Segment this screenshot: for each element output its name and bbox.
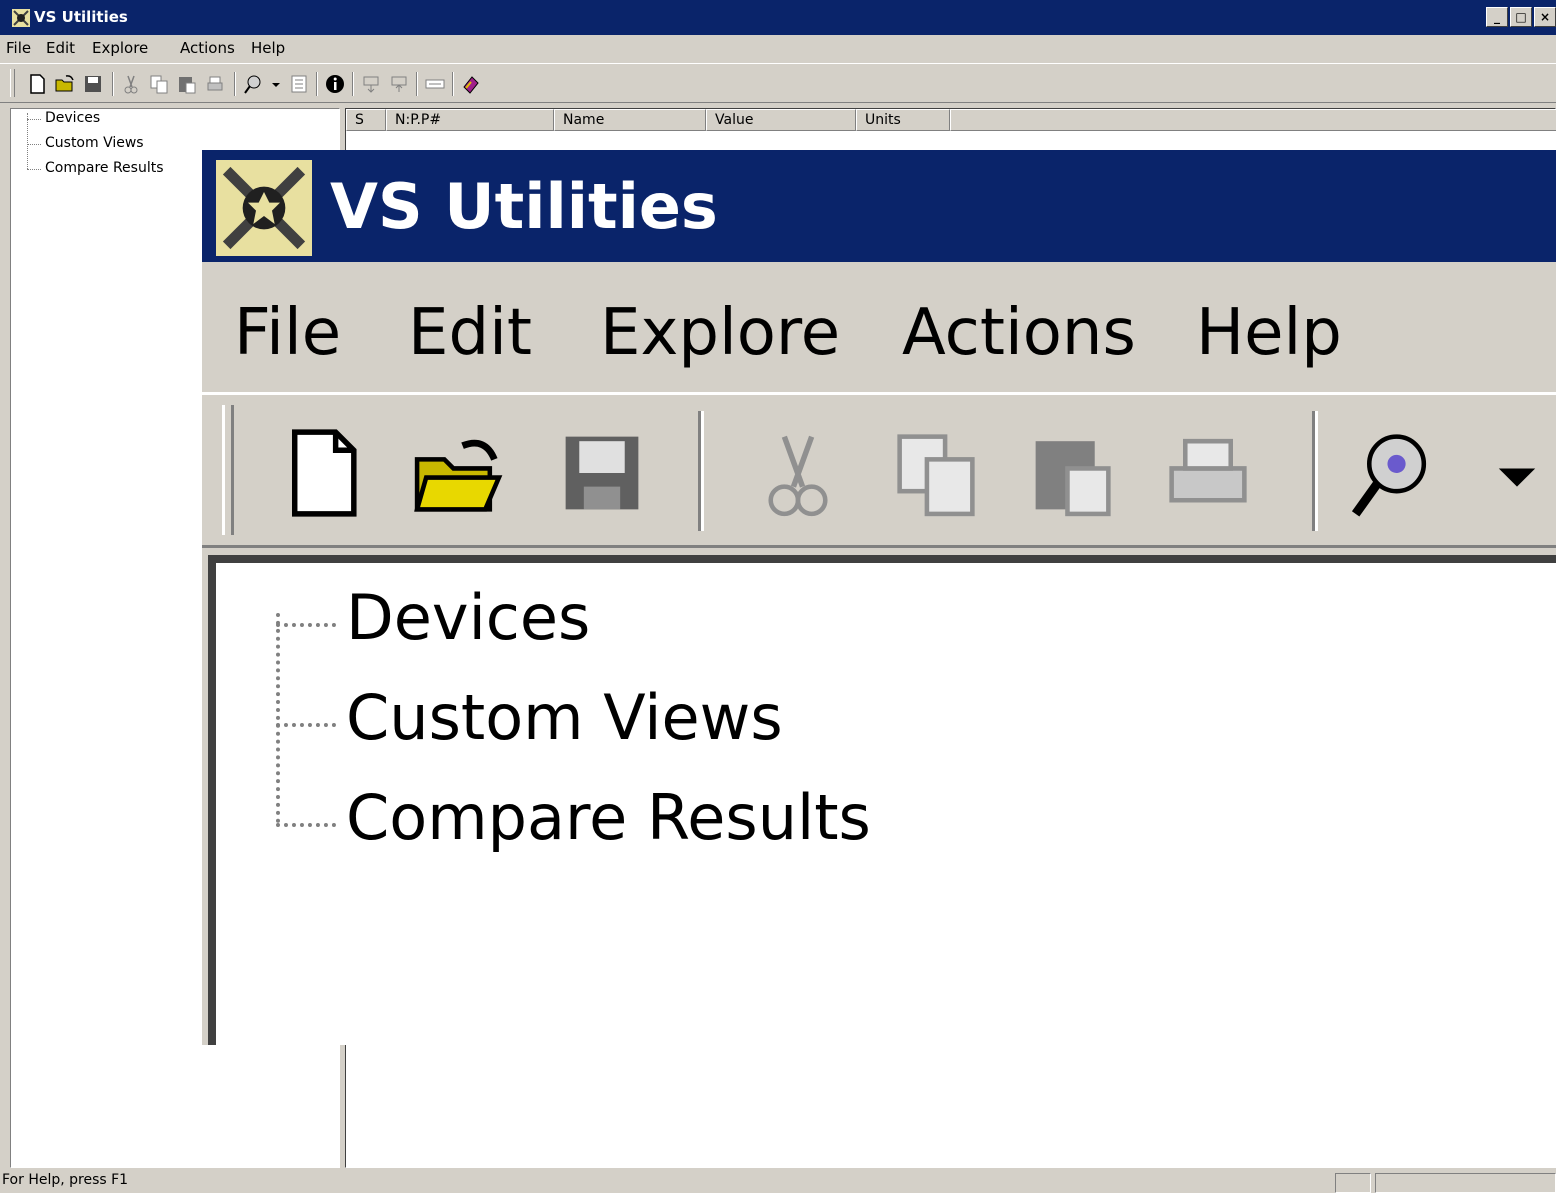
zoomed-tree-view: Devices Custom Views Compare Results [208,555,1556,1045]
app-logo-icon [12,9,30,27]
save-icon[interactable] [82,73,104,95]
tree-connector [27,144,41,145]
tree-item-devices[interactable]: Devices [45,110,100,126]
toolbar-separator [698,411,704,531]
tree-connector [27,113,28,169]
toolbar-separator [234,72,236,96]
app-logo-icon [216,160,312,256]
open-folder-icon[interactable] [408,423,508,523]
toolbar-grip[interactable] [10,69,15,97]
column-header-npp[interactable]: N:P.P# [386,109,554,131]
zoomed-tree-item-devices[interactable]: Devices [346,581,590,654]
open-folder-icon[interactable] [54,73,76,95]
window-title: VS Utilities [34,8,128,26]
maximize-button[interactable]: □ [1510,7,1532,27]
status-text: For Help, press F1 [2,1172,129,1188]
menu-bar: File Edit Explore Actions Help [0,35,1556,63]
new-document-icon[interactable] [26,73,48,95]
zoomed-window-title: VS Utilities [330,170,718,243]
status-cell [1375,1173,1556,1193]
toolbar-separator [352,72,354,96]
tree-item-custom-views[interactable]: Custom Views [45,135,144,151]
print-icon[interactable] [1158,423,1258,523]
save-icon[interactable] [552,423,652,523]
tree-connector [276,623,336,627]
minimize-button[interactable]: _ [1486,7,1508,27]
zoomed-tree-item-compare-results[interactable]: Compare Results [346,781,871,854]
tree-connector [27,169,41,170]
info-icon[interactable] [324,73,346,95]
toolbar-separator [452,72,454,96]
menu-actions[interactable]: Actions [180,39,235,57]
list-header: S N:P.P# Name Value Units [346,109,1556,131]
zoomed-title-bar: VS Utilities [202,150,1556,262]
connect-probe-icon[interactable] [242,73,264,95]
print-icon[interactable] [204,73,226,95]
book-icon[interactable] [460,73,482,95]
menu-edit[interactable]: Edit [46,39,75,57]
column-header-value[interactable]: Value [706,109,856,131]
toolbar [0,63,1556,103]
paste-icon[interactable] [1022,423,1122,523]
zoomed-menu-edit[interactable]: Edit [408,296,532,370]
status-bar: For Help, press F1 [0,1170,1556,1193]
zoomed-menu-bar: File Edit Explore Actions Help [202,262,1556,392]
tree-connector [276,723,336,727]
connect-probe-icon[interactable] [1342,423,1442,523]
toolbar-separator [112,72,114,96]
menu-help[interactable]: Help [251,39,285,57]
zoomed-toolbar [202,392,1556,548]
tree-connector [276,823,336,827]
toolbar-separator [1312,411,1318,531]
display-icon[interactable] [424,73,446,95]
zoomed-tree-item-custom-views[interactable]: Custom Views [346,681,783,754]
toolbar-separator [316,72,318,96]
status-cell [1335,1173,1371,1193]
dropdown-arrow-icon[interactable] [270,73,282,95]
zoomed-menu-actions[interactable]: Actions [902,296,1136,370]
toolbar-grip [222,405,234,535]
column-header-name[interactable]: Name [554,109,706,131]
zoomed-menu-file[interactable]: File [234,296,341,370]
cut-icon[interactable] [120,73,142,95]
close-button[interactable]: × [1534,7,1556,27]
menu-file[interactable]: File [6,39,31,57]
tree-connector [27,119,41,120]
column-header-s[interactable]: S [346,109,386,131]
zoomed-menu-help[interactable]: Help [1196,296,1342,370]
zoomed-menu-explore[interactable]: Explore [600,296,840,370]
properties-icon[interactable] [288,73,310,95]
title-bar: VS Utilities _ □ × [0,0,1556,35]
zoomed-inset: VS Utilities File Edit Explore Actions H… [202,150,1556,1045]
menu-explore[interactable]: Explore [92,39,148,57]
upload-icon[interactable] [388,73,410,95]
dropdown-arrow-icon[interactable] [1492,423,1542,523]
copy-icon[interactable] [148,73,170,95]
copy-icon[interactable] [886,423,986,523]
toolbar-separator [416,72,418,96]
column-header-filler [950,109,1556,131]
cut-icon[interactable] [748,423,848,523]
tree-item-compare-results[interactable]: Compare Results [45,160,164,176]
paste-icon[interactable] [176,73,198,95]
download-icon[interactable] [360,73,382,95]
new-document-icon[interactable] [272,423,372,523]
column-header-units[interactable]: Units [856,109,950,131]
tree-connector [276,613,280,823]
